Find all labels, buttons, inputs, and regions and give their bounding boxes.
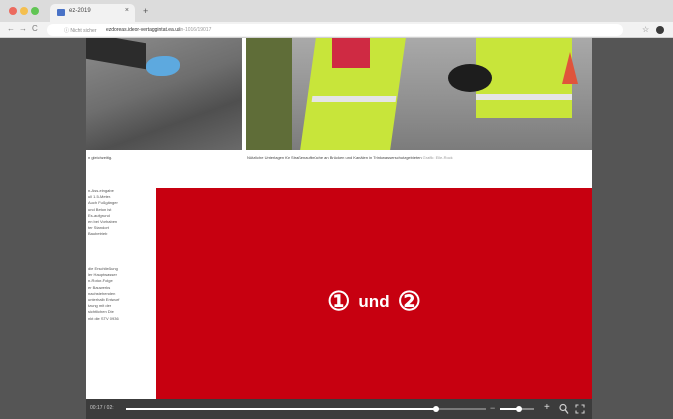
article-column-b: die Erschließung ler Hauptwasser n-Rotor… (88, 266, 152, 322)
security-status[interactable]: ⓘ Nicht sicher (64, 27, 97, 34)
browser-toolbar: ← → C ⓘ Nicht sicher ezdoreas.ideor-vert… (0, 22, 673, 38)
text-line: nkt die STV 0936 (88, 315, 119, 321)
minimize-window-button[interactable] (20, 7, 28, 15)
reload-icon[interactable]: C (32, 24, 38, 33)
zoom-in-button[interactable]: + (544, 402, 550, 413)
marker-two: ② (397, 286, 421, 316)
forward-arrow-icon[interactable]: → (19, 24, 27, 33)
back-arrow-icon[interactable]: ← (7, 24, 15, 33)
search-icon[interactable] (559, 403, 569, 415)
bookmark-star-icon[interactable]: ☆ (642, 25, 649, 34)
progress-handle[interactable] (432, 406, 439, 412)
overlay-label: ① und ② (156, 286, 592, 317)
favicon-icon (57, 9, 65, 16)
url-path: /ln-1016/19017 (178, 27, 212, 33)
tab-close-icon[interactable]: × (125, 7, 129, 14)
photo-caption-right: Nützliche Unterlagen für Straßenaufbrüch… (247, 155, 453, 160)
reader-viewport: n gleichzeitig. Nützliche Unterlagen für… (0, 38, 673, 419)
article-photo-left (86, 38, 242, 150)
player-control-bar: 00:17 / 02: − + (86, 399, 592, 419)
browser-tab-bar: ez-2019 × + (0, 0, 673, 22)
marker-one: ① (327, 286, 351, 316)
zoom-handle[interactable] (515, 406, 522, 412)
maximize-window-button[interactable] (31, 7, 39, 15)
profile-avatar[interactable] (656, 26, 664, 34)
browser-tab[interactable]: ez-2019 × (50, 4, 135, 22)
screenshot-frame: ez-2019 × + ← → C ⓘ Nicht sicher ezdorea… (0, 0, 673, 419)
new-tab-button[interactable]: + (143, 6, 148, 16)
time-readout: 00:17 / 02: (90, 405, 114, 411)
overlay-conjunction: und (358, 292, 390, 311)
photo-caption-left: n gleichzeitig. (88, 155, 113, 160)
url-host: ezdoreas.ideor-vertaggintat.ea.us (106, 27, 181, 33)
caption-text: Nützliche Unterlagen für Straßenaufbrüch… (247, 155, 422, 160)
progress-fill (126, 408, 436, 410)
fullscreen-icon[interactable] (575, 404, 585, 414)
highlight-overlay: ① und ② (156, 188, 592, 399)
close-window-button[interactable] (9, 7, 17, 15)
text-line: Baubetrieb (88, 231, 108, 237)
photo-credit: Grafik: Elle-Rock (422, 155, 453, 160)
article-column-a: n-Ass-eingabe ull 1.5-Meter. Auch Fußgän… (88, 188, 152, 238)
document-page: n gleichzeitig. Nützliche Unterlagen für… (86, 38, 592, 399)
tab-title: ez-2019 (69, 8, 91, 14)
article-photo-right (246, 38, 592, 150)
zoom-out-button[interactable]: − (490, 403, 495, 413)
address-bar[interactable]: ⓘ Nicht sicher ezdoreas.ideor-vertaggint… (47, 24, 623, 36)
